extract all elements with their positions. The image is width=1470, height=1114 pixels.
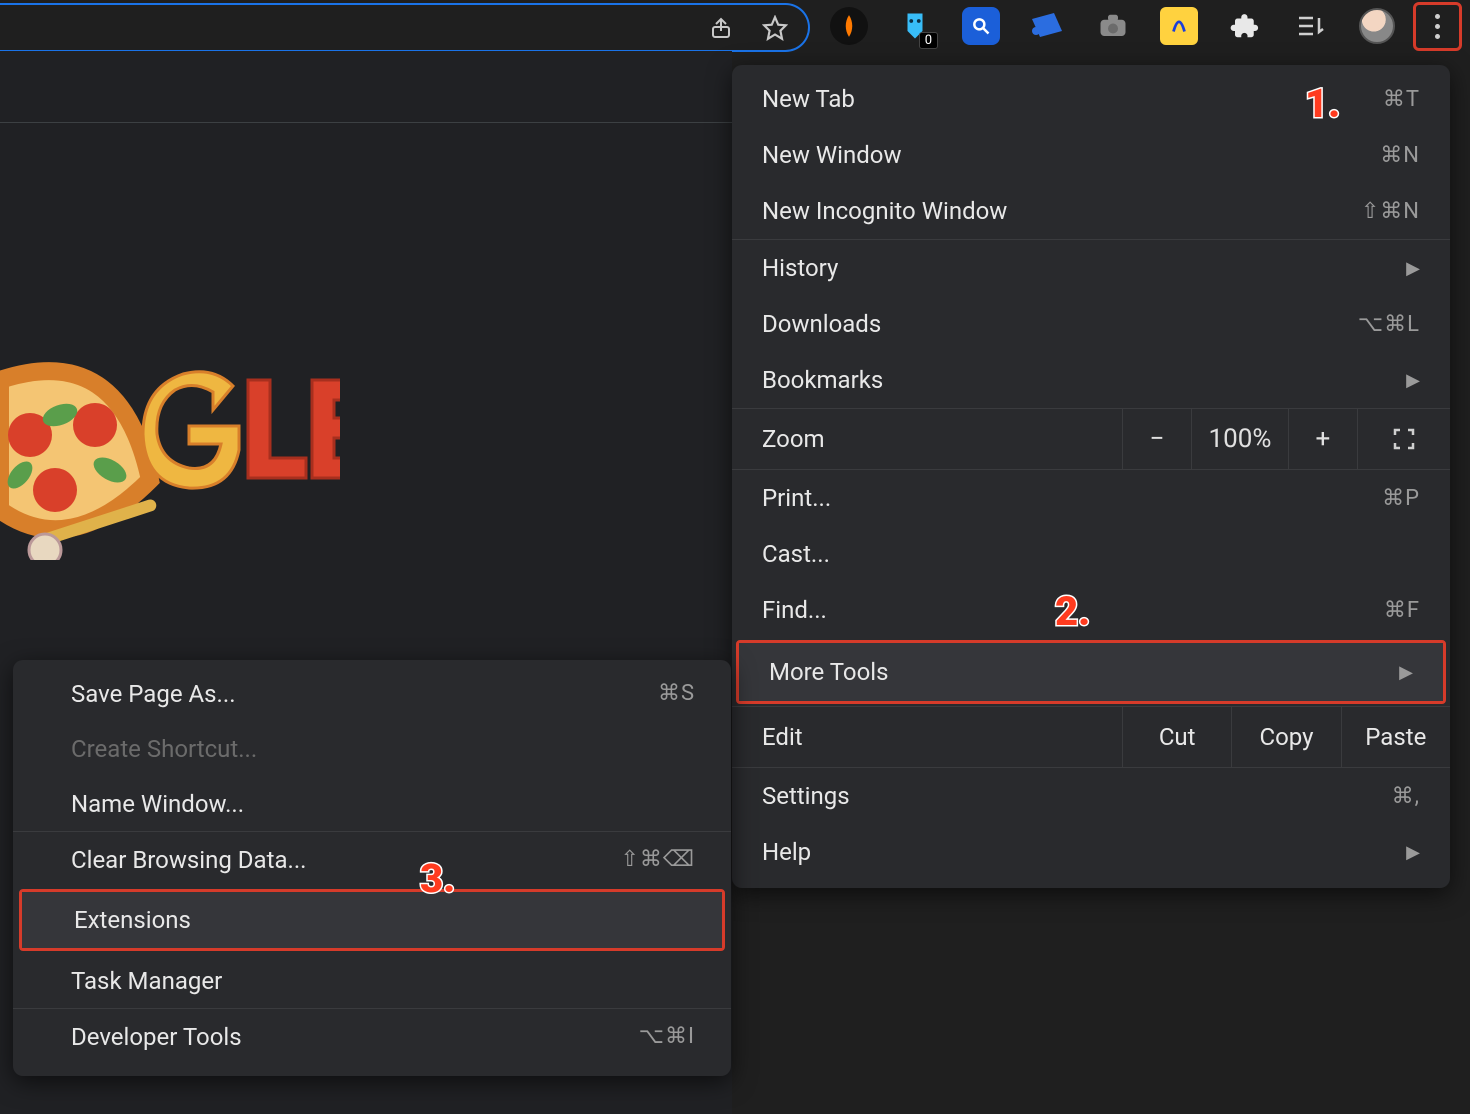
fullscreen-button[interactable] <box>1357 409 1450 469</box>
menu-find[interactable]: Find... ⌘F <box>732 582 1450 638</box>
edit-copy-button[interactable]: Copy <box>1231 707 1340 767</box>
zoom-out-button[interactable]: − <box>1122 409 1191 469</box>
menu-item-label: New Tab <box>762 85 855 113</box>
browser-toolbar: 0 <box>0 0 1470 51</box>
menu-new-tab[interactable]: New Tab ⌘T <box>732 71 1450 127</box>
menu-print[interactable]: Print... ⌘P <box>732 470 1450 526</box>
omnibox[interactable] <box>0 3 810 52</box>
menu-item-label: Help <box>762 838 811 866</box>
more-tools-submenu: Save Page As... ⌘S Create Shortcut... Na… <box>13 660 731 1076</box>
menu-item-label: Create Shortcut... <box>71 735 257 763</box>
menu-item-label: Zoom <box>732 425 1122 453</box>
menu-item-shortcut: ⌘F <box>1384 598 1420 623</box>
extension-icon-5[interactable] <box>1094 7 1132 45</box>
edit-cut-button[interactable]: Cut <box>1122 707 1231 767</box>
edit-paste-button[interactable]: Paste <box>1341 707 1450 767</box>
submenu-clear-browsing-data[interactable]: Clear Browsing Data... ⇧⌘⌫ <box>13 832 731 887</box>
zoom-in-button[interactable]: + <box>1288 409 1357 469</box>
share-icon[interactable] <box>708 15 734 41</box>
menu-new-window[interactable]: New Window ⌘N <box>732 127 1450 183</box>
menu-settings[interactable]: Settings ⌘, <box>732 768 1450 824</box>
menu-item-label: Cast... <box>762 540 830 568</box>
menu-item-label: Bookmarks <box>762 366 883 394</box>
submenu-arrow-icon: ▶ <box>1406 258 1420 279</box>
menu-item-label: Settings <box>762 782 850 810</box>
extension-icons-row: 0 <box>830 0 1396 51</box>
kebab-icon <box>1435 14 1440 39</box>
menu-item-shortcut: ⌘P <box>1382 486 1420 511</box>
menu-item-label: Edit <box>732 723 1122 751</box>
menu-item-shortcut: ⌥⌘I <box>639 1024 695 1049</box>
google-doodle[interactable] <box>0 280 340 560</box>
extension-badge: 0 <box>919 32 938 49</box>
menu-more-tools[interactable]: More Tools ▶ <box>739 643 1443 701</box>
menu-item-shortcut: ⌘, <box>1392 784 1420 809</box>
annotation-2: 2. <box>1055 588 1090 635</box>
extension-icon-6[interactable] <box>1160 7 1198 45</box>
menu-item-label: History <box>762 254 838 282</box>
zoom-value: 100% <box>1191 409 1288 469</box>
submenu-save-page[interactable]: Save Page As... ⌘S <box>13 666 731 721</box>
submenu-create-shortcut: Create Shortcut... <box>13 721 731 776</box>
page-divider <box>0 122 732 123</box>
extension-icon-1[interactable] <box>830 7 868 45</box>
menu-item-label: Clear Browsing Data... <box>71 846 307 874</box>
submenu-arrow-icon: ▶ <box>1399 662 1413 683</box>
profile-avatar[interactable] <box>1358 7 1396 45</box>
menu-item-shortcut: ⌘S <box>658 681 695 706</box>
annotation-3: 3. <box>420 855 455 902</box>
star-icon[interactable] <box>762 15 788 41</box>
menu-item-label: Developer Tools <box>71 1023 242 1051</box>
menu-bookmarks[interactable]: Bookmarks ▶ <box>732 352 1450 408</box>
submenu-task-manager[interactable]: Task Manager <box>13 953 731 1008</box>
menu-item-shortcut: ⇧⌘⌫ <box>620 847 695 872</box>
screenshot-stage: 0 <box>0 0 1470 1114</box>
submenu-arrow-icon: ▶ <box>1406 842 1420 863</box>
menu-downloads[interactable]: Downloads ⌥⌘L <box>732 296 1450 352</box>
menu-item-shortcut: ⌘N <box>1380 143 1420 168</box>
menu-item-label: Extensions <box>74 906 191 934</box>
menu-item-label: New Window <box>762 141 901 169</box>
extension-icon-4[interactable] <box>1028 7 1066 45</box>
submenu-extensions[interactable]: Extensions <box>22 892 722 948</box>
menu-zoom-row: Zoom − 100% + <box>732 409 1450 469</box>
menu-item-shortcut: ⌥⌘L <box>1358 312 1420 337</box>
extension-icon-3[interactable] <box>962 7 1000 45</box>
menu-history[interactable]: History ▶ <box>732 240 1450 296</box>
extensions-puzzle-icon[interactable] <box>1226 7 1264 45</box>
menu-item-label: More Tools <box>769 658 889 686</box>
submenu-developer-tools[interactable]: Developer Tools ⌥⌘I <box>13 1009 731 1064</box>
reading-list-icon[interactable] <box>1292 7 1330 45</box>
menu-item-label: Name Window... <box>71 790 244 818</box>
menu-item-shortcut: ⌘T <box>1383 87 1420 112</box>
chrome-menu-button[interactable] <box>1413 2 1462 51</box>
menu-edit-row: Edit Cut Copy Paste <box>732 707 1450 767</box>
menu-item-shortcut: ⇧⌘N <box>1361 199 1420 224</box>
menu-item-label: Task Manager <box>71 967 222 995</box>
submenu-arrow-icon: ▶ <box>1406 370 1420 391</box>
menu-item-label: Downloads <box>762 310 881 338</box>
menu-more-tools-highlight: More Tools ▶ <box>736 640 1446 704</box>
menu-help[interactable]: Help ▶ <box>732 824 1450 880</box>
menu-item-label: Print... <box>762 484 831 512</box>
submenu-name-window[interactable]: Name Window... <box>13 776 731 831</box>
submenu-extensions-highlight: Extensions <box>19 889 725 951</box>
annotation-1: 1. <box>1305 80 1340 127</box>
menu-cast[interactable]: Cast... <box>732 526 1450 582</box>
extension-icon-2[interactable]: 0 <box>896 7 934 45</box>
menu-item-label: Find... <box>762 596 827 624</box>
menu-item-label: Save Page As... <box>71 680 236 708</box>
menu-new-incognito[interactable]: New Incognito Window ⇧⌘N <box>732 183 1450 239</box>
chrome-main-menu: New Tab ⌘T New Window ⌘N New Incognito W… <box>732 65 1450 888</box>
menu-item-label: New Incognito Window <box>762 197 1007 225</box>
